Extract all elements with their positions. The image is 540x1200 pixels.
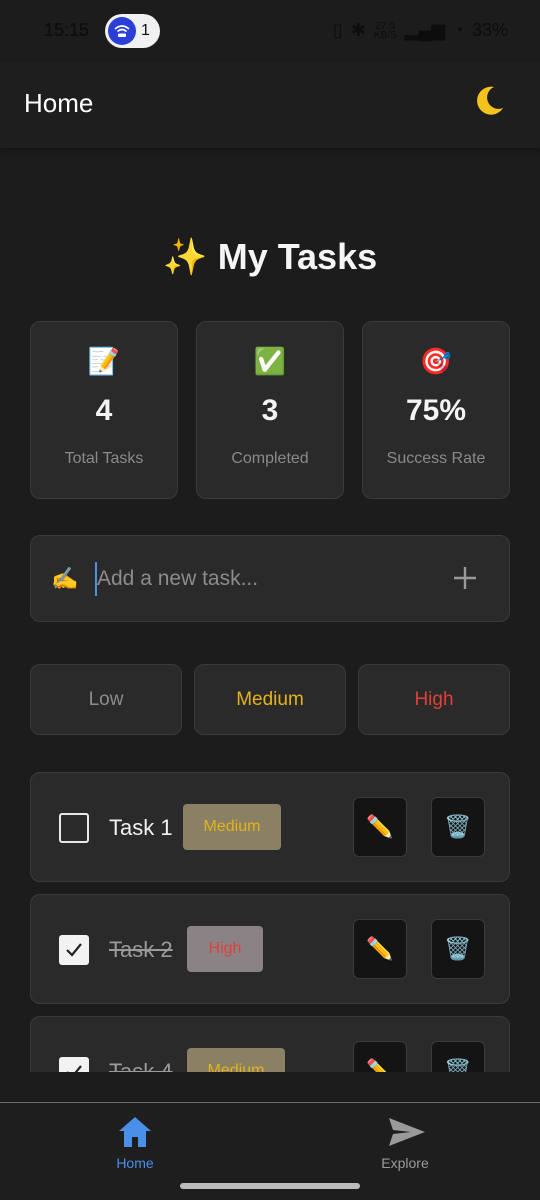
- task-list[interactable]: Task 1 Medium ✏️ 🗑️ Task 2 High ✏️ 🗑️ Ta…: [0, 760, 540, 1072]
- priority-badge: Medium: [183, 804, 281, 850]
- nav-item-home[interactable]: Home: [0, 1103, 270, 1189]
- priority-badge: High: [187, 926, 263, 972]
- task-item: Task 1 Medium ✏️ 🗑️: [30, 772, 510, 882]
- sparkles-icon: ✨: [162, 236, 208, 277]
- bluetooth-icon: ✱: [350, 20, 366, 40]
- network-speed: 27.0 KB/S: [373, 20, 397, 41]
- edit-button[interactable]: ✏️: [353, 1041, 407, 1072]
- vibrate-icon: ▯: [332, 20, 343, 40]
- delete-button[interactable]: 🗑️: [431, 1041, 485, 1072]
- stat-label: Success Rate: [386, 450, 486, 467]
- app-title: Home: [24, 88, 94, 118]
- app-bar: Home: [0, 62, 540, 148]
- new-task-input[interactable]: [95, 562, 435, 596]
- signal-icon: ▂▄▆: [404, 20, 446, 40]
- notification-count: 1: [141, 22, 150, 39]
- priority-badge: Medium: [187, 1048, 285, 1072]
- stat-card-success-rate: 🎯 75% Success Rate: [362, 321, 510, 499]
- status-indicators: ▯ ✱ 27.0 KB/S ▂▄▆ ◔ 33%: [333, 20, 508, 41]
- task-checkbox[interactable]: [59, 1057, 89, 1072]
- task-name: Task 2: [109, 937, 173, 962]
- check-icon: [66, 943, 82, 957]
- add-task-bar: ✍️: [30, 535, 510, 622]
- stat-label: Total Tasks: [64, 450, 144, 467]
- page-title-text: My Tasks: [217, 236, 378, 277]
- nav-label-home: Home: [116, 1155, 154, 1171]
- writing-hand-icon: ✍️: [51, 566, 79, 591]
- check-mark-icon: ✅: [253, 346, 287, 376]
- battery-level: 33%: [471, 20, 508, 40]
- edit-button[interactable]: ✏️: [353, 919, 407, 979]
- trash-icon: 🗑️: [444, 1058, 472, 1072]
- priority-medium-button[interactable]: Medium: [194, 664, 346, 735]
- hotspot-notification[interactable]: 1: [105, 14, 160, 48]
- task-item: Task 4 Medium ✏️ 🗑️: [30, 1016, 510, 1072]
- memo-icon: 📝: [87, 346, 121, 376]
- task-checkbox[interactable]: [59, 813, 89, 843]
- moon-icon[interactable]: [472, 84, 506, 118]
- stat-card-total: 📝 4 Total Tasks: [30, 321, 178, 499]
- pencil-icon: ✏️: [366, 936, 394, 961]
- status-bar: 15:15 1 ▯ ✱ 27.0 KB/S ▂▄▆ ◔ 33%: [0, 0, 540, 62]
- delete-button[interactable]: 🗑️: [431, 797, 485, 857]
- priority-high-button[interactable]: High: [358, 664, 510, 735]
- task-name: Task 1: [109, 815, 173, 840]
- battery-icon: ◔: [453, 20, 464, 40]
- nav-item-explore[interactable]: Explore: [270, 1103, 540, 1189]
- home-indicator[interactable]: [180, 1183, 360, 1189]
- task-checkbox[interactable]: [59, 935, 89, 965]
- add-task-button[interactable]: [451, 564, 479, 592]
- pencil-icon: ✏️: [366, 814, 394, 839]
- page-title: ✨ My Tasks: [0, 236, 540, 278]
- status-time: 15:15: [44, 20, 90, 40]
- wifi-icon: [108, 17, 136, 45]
- trash-icon: 🗑️: [444, 936, 472, 961]
- priority-low-button[interactable]: Low: [30, 664, 182, 735]
- stat-value: 3: [261, 394, 279, 427]
- stat-label: Completed: [231, 450, 309, 467]
- send-icon: [389, 1118, 425, 1146]
- stat-value: 4: [95, 394, 113, 427]
- target-icon: 🎯: [419, 346, 453, 376]
- stat-value: 75%: [405, 394, 467, 427]
- nav-label-explore: Explore: [381, 1155, 429, 1171]
- home-icon: [119, 1117, 151, 1147]
- trash-icon: 🗑️: [444, 814, 472, 839]
- task-name: Task 4: [109, 1059, 173, 1072]
- check-icon: [67, 1065, 82, 1072]
- stat-card-completed: ✅ 3 Completed: [196, 321, 344, 499]
- task-item: Task 2 High ✏️ 🗑️: [30, 894, 510, 1004]
- edit-button[interactable]: ✏️: [353, 797, 407, 857]
- delete-button[interactable]: 🗑️: [431, 919, 485, 979]
- pencil-icon: ✏️: [366, 1058, 394, 1072]
